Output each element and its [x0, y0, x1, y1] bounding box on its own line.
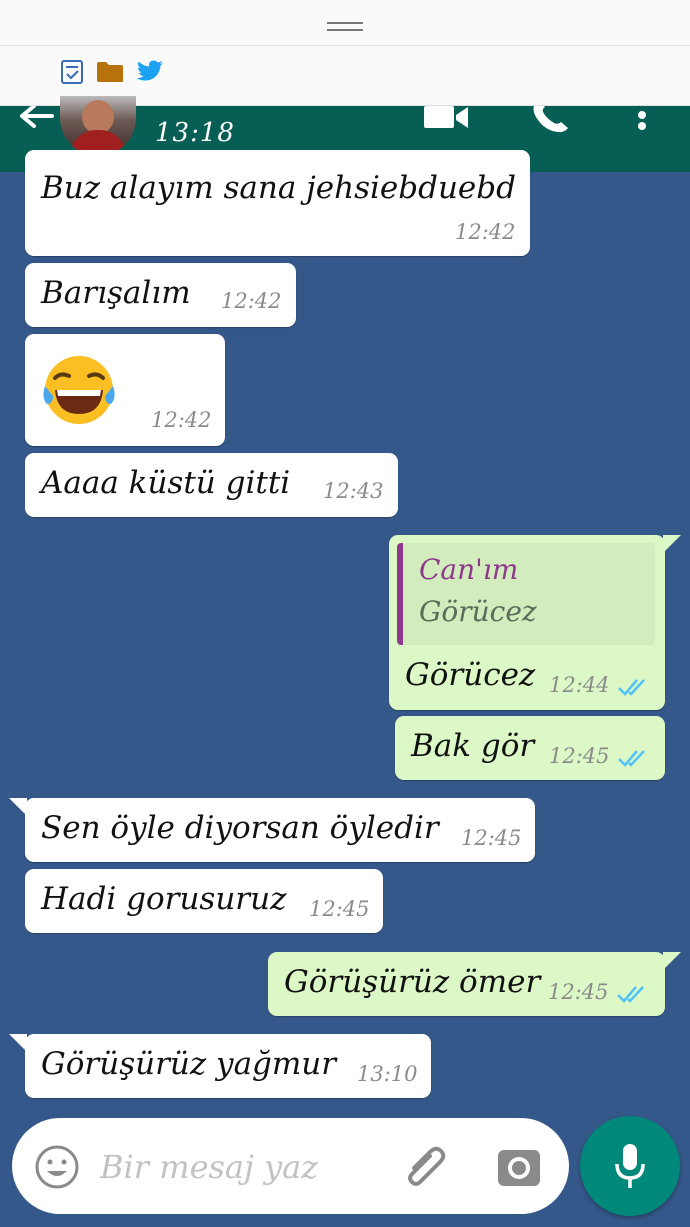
double-check-icon: [618, 679, 645, 696]
message-time: 12:43: [323, 479, 384, 503]
message-text: Hadi gorusuruz: [41, 881, 287, 917]
double-check-icon: [617, 986, 644, 1003]
message-text: Görücez: [405, 657, 536, 693]
attach-icon[interactable]: [400, 1142, 448, 1190]
message-time: 12:42: [221, 289, 282, 313]
mic-icon: [615, 1144, 645, 1188]
contact-avatar[interactable]: [60, 96, 136, 156]
message-incoming[interactable]: Aaaa küstü gitti 12:43: [25, 453, 398, 517]
avatar-face: [82, 100, 114, 134]
back-arrow-icon[interactable]: [16, 104, 56, 130]
message-time: 13:10: [357, 1062, 418, 1086]
message-time: 12:45: [461, 826, 522, 850]
camera-icon[interactable]: [496, 1144, 542, 1190]
phone-icon[interactable]: [528, 102, 576, 136]
message-time: 12:45: [309, 897, 370, 921]
message-text: Buz alayım sana jehsiebduebd: [41, 170, 516, 206]
task-icon: [58, 58, 86, 86]
double-check-icon: [618, 750, 645, 767]
twitter-icon: [136, 58, 164, 86]
folder-icon: [96, 58, 124, 86]
message-outgoing[interactable]: Bak gör 12:45: [395, 716, 665, 780]
laughing-tears-emoji: [43, 356, 115, 424]
message-incoming[interactable]: Hadi gorusuruz 12:45: [25, 869, 383, 933]
message-composer: [12, 1118, 569, 1214]
more-vert-icon[interactable]: [630, 108, 654, 138]
message-incoming[interactable]: Buz alayım sana jehsiebduebd 12:42: [25, 150, 530, 256]
emoji-icon[interactable]: [34, 1144, 80, 1190]
mic-button[interactable]: [580, 1116, 680, 1216]
message-text: Aaaa küstü gitti: [41, 465, 291, 501]
quoted-message[interactable]: Can'ım Görücez: [397, 543, 655, 645]
message-time: 12:45: [549, 744, 610, 768]
message-text: Görüşürüz yağmur: [41, 1046, 337, 1082]
shade-handle[interactable]: [327, 22, 363, 31]
bubble-tail: [9, 798, 27, 816]
header-time: 13:18: [155, 118, 235, 148]
message-outgoing[interactable]: Görüşürüz ömer 12:45: [268, 952, 681, 1016]
message-time: 12:42: [455, 220, 516, 244]
message-text: Sen öyle diyorsan öyledir: [41, 810, 439, 846]
message-time: 12:42: [151, 408, 212, 432]
bubble-tail: [9, 1034, 27, 1052]
notification-shade: [0, 0, 690, 106]
message-incoming[interactable]: Sen öyle diyorsan öyledir 12:45: [9, 798, 535, 862]
bubble-tail: [663, 535, 681, 553]
bubble-tail: [663, 952, 681, 970]
shade-divider: [0, 45, 690, 46]
message-text: Bak gör: [411, 728, 535, 764]
message-time: 12:45: [548, 980, 609, 1004]
message-incoming[interactable]: 12:42: [25, 334, 225, 446]
message-incoming[interactable]: Görüşürüz yağmur 13:10: [9, 1034, 431, 1098]
message-text: Barışalım: [41, 275, 191, 311]
quoted-sender: Can'ım: [419, 553, 519, 586]
message-incoming[interactable]: Barışalım 12:42: [25, 263, 296, 327]
message-time: 12:44: [549, 673, 610, 697]
message-input[interactable]: [100, 1142, 370, 1192]
message-outgoing[interactable]: Can'ım Görücez Görücez 12:44: [389, 535, 681, 710]
video-call-icon[interactable]: [422, 106, 472, 132]
message-text: Görüşürüz ömer: [284, 964, 541, 1000]
quoted-text: Görücez: [419, 595, 537, 628]
